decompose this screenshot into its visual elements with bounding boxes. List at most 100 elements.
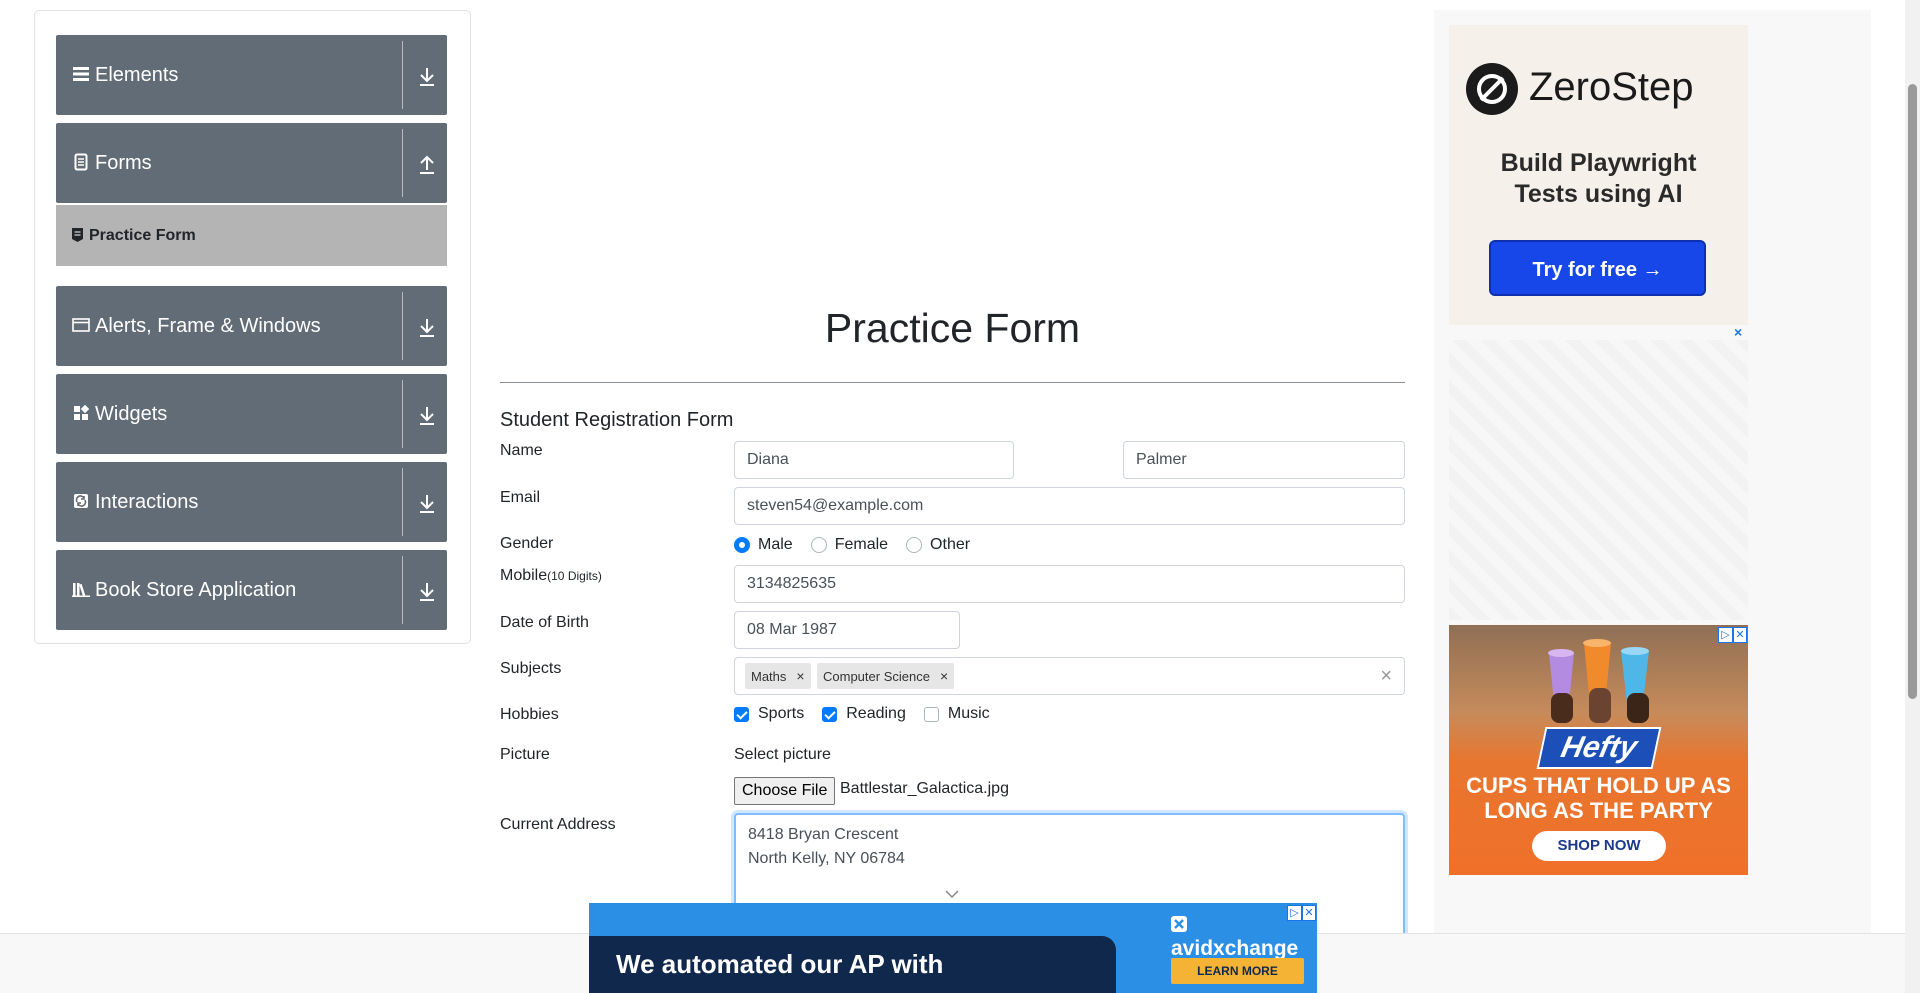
form-icon (71, 227, 84, 243)
email-label: Email (500, 489, 541, 506)
subjects-input[interactable]: Maths × Computer Science × × (734, 657, 1405, 695)
divider (402, 380, 403, 448)
subject-tag: Maths × (745, 663, 811, 689)
ad-close-icon[interactable]: × (1734, 324, 1742, 340)
download-arrow-icon[interactable] (417, 65, 437, 87)
radio-label: Other (930, 536, 971, 553)
sidebar-group-widgets[interactable]: Widgets (56, 374, 447, 454)
gender-female-radio[interactable]: Female (810, 536, 888, 554)
address-label: Current Address (500, 816, 616, 833)
subject-tag-label: Computer Science (823, 668, 930, 684)
checkbox-box[interactable] (822, 706, 838, 722)
scrollbar[interactable] (1905, 0, 1920, 993)
checkbox-box[interactable] (734, 706, 749, 722)
sidebar-group-label: Interactions (95, 491, 199, 513)
books-icon (72, 579, 90, 599)
adchoices-icon[interactable]: ▷ (1287, 905, 1302, 921)
clear-icon[interactable]: × (1380, 665, 1392, 687)
radio-circle[interactable] (906, 537, 923, 553)
checkbox-box[interactable] (923, 706, 939, 722)
adchoices-icon[interactable]: ▷ (1718, 627, 1733, 643)
hobby-reading-checkbox[interactable]: Reading (822, 705, 906, 723)
download-arrow-icon[interactable] (417, 404, 437, 426)
sidebar-group-label: Widgets (95, 403, 168, 425)
zerostep-ad[interactable]: ZeroStep Build Playwright Tests using AI… (1449, 25, 1748, 325)
divider (402, 129, 403, 197)
mobile-label: Mobile(10 Digits) (500, 567, 602, 585)
hobby-sports-checkbox[interactable]: Sports (734, 705, 804, 723)
sidebar-group-interactions[interactable]: Interactions (56, 462, 447, 542)
address-line: 8418 Bryan Crescent (748, 826, 899, 843)
email-input[interactable]: steven54@example.com (734, 487, 1405, 525)
radio-circle[interactable] (734, 537, 750, 553)
download-arrow-icon[interactable] (417, 316, 437, 338)
hefty-ad[interactable]: Hefty CUPS THAT HOLD UP AS LONG AS THE P… (1449, 625, 1748, 875)
page-title: Practice Form (824, 305, 1081, 351)
upload-arrow-icon[interactable] (417, 153, 437, 175)
zerostep-tagline: Build Playwright Tests using AI (1449, 148, 1748, 210)
cups-image (1548, 639, 1649, 723)
sidebar-group-bookstore[interactable]: Book Store Application (56, 550, 447, 630)
learn-more-button[interactable]: LEARN MORE (1171, 958, 1304, 984)
first-name-input[interactable]: Diana (734, 441, 1014, 479)
radio-label: Male (758, 536, 793, 553)
document-icon (72, 152, 90, 172)
widgets-icon (72, 403, 90, 423)
remove-tag-icon[interactable]: × (796, 668, 804, 684)
sidebar-group-elements[interactable]: Elements (56, 35, 447, 115)
sidebar-group-alerts[interactable]: Alerts, Frame & Windows (56, 286, 447, 366)
date-of-birth-input[interactable]: 08 Mar 1987 (734, 611, 960, 649)
hobby-music-checkbox[interactable]: Music (923, 705, 990, 723)
try-for-free-button[interactable]: Try for free → (1489, 240, 1706, 296)
mobile-label-text: Mobile (500, 567, 548, 584)
sidebar-item-practice-form[interactable]: Practice Form (56, 205, 447, 266)
hobbies-label: Hobbies (500, 706, 559, 723)
radio-circle[interactable] (810, 537, 827, 553)
last-name-input[interactable]: Palmer (1123, 441, 1405, 479)
mobile-hint: (10 Digits) (547, 569, 602, 583)
ad-close-icon[interactable]: ✕ (1733, 627, 1747, 643)
page: Elements Forms Practice Form Alerts, Fra… (0, 0, 1920, 993)
interactions-icon (72, 491, 90, 511)
subject-tag-label: Maths (751, 668, 787, 684)
gender-radio-group: Male Female Other (734, 533, 988, 557)
hefty-tagline-line: CUPS THAT HOLD UP AS (1466, 773, 1731, 798)
gender-other-radio[interactable]: Other (906, 536, 970, 554)
remove-tag-icon[interactable]: × (940, 668, 948, 684)
checkbox-label: Music (947, 705, 990, 722)
sidebar: Elements Forms Practice Form Alerts, Fra… (34, 10, 471, 644)
ad-close-icon[interactable]: ✕ (1302, 905, 1316, 921)
avidxchange-brand: avidxchange (1171, 937, 1299, 960)
dob-label: Date of Birth (500, 614, 589, 631)
name-label: Name (500, 442, 543, 459)
hefty-tagline: CUPS THAT HOLD UP AS LONG AS THE PARTY (1449, 773, 1748, 823)
zerostep-tagline-line: Build Playwright (1500, 149, 1697, 177)
checkbox-label: Reading (846, 705, 906, 722)
checkbox-label: Sports (758, 705, 805, 722)
sidebar-group-forms[interactable]: Forms (56, 123, 447, 203)
hamburger-icon (72, 64, 90, 84)
sidebar-group-label: Elements (95, 64, 179, 86)
shop-now-button[interactable]: SHOP NOW (1532, 831, 1666, 861)
download-arrow-icon[interactable] (417, 492, 437, 514)
mobile-input[interactable]: 3134825635 (734, 565, 1405, 603)
form-heading: Student Registration Form (500, 409, 734, 431)
zerostep-brand: ZeroStep (1529, 65, 1694, 109)
avidxchange-ad[interactable]: We automated our AP with AvidXchange, av… (589, 903, 1317, 993)
scrollbar-thumb[interactable] (1908, 84, 1917, 699)
subject-tag: Computer Science × (817, 663, 955, 689)
sidebar-group-label: Book Store Application (95, 579, 297, 601)
download-arrow-icon[interactable] (417, 580, 437, 602)
sidebar-group-label: Forms (95, 152, 152, 174)
hobbies-checkbox-group: Sports Reading Music (734, 702, 1008, 726)
sidebar-item-label: Practice Form (89, 227, 196, 244)
divider (402, 556, 403, 624)
zerostep-tagline-line: Tests using AI (1514, 180, 1683, 208)
gender-label: Gender (500, 535, 554, 552)
choose-file-button[interactable]: Choose File (734, 777, 836, 805)
gender-male-radio[interactable]: Male (734, 536, 793, 554)
avidxchange-logo-icon (1171, 916, 1187, 932)
picture-label: Picture (500, 746, 550, 763)
zerostep-logo-icon (1466, 63, 1518, 115)
hefty-tagline-line: LONG AS THE PARTY (1484, 798, 1713, 823)
